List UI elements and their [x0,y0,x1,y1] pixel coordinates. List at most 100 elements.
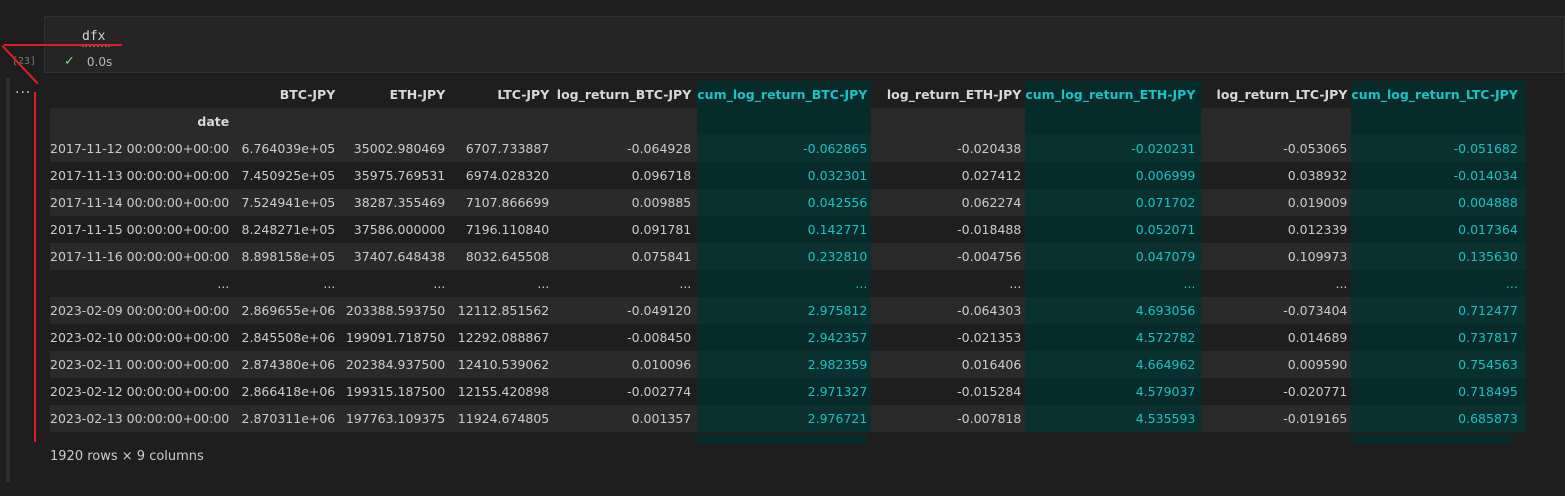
table-cell: -0.019165 [1201,405,1352,432]
table-cell: 2.975812 [697,297,872,324]
table-cell: 2.866418e+06 [233,378,340,405]
table-cell: 0.010096 [553,351,698,378]
table-cell: 0.737817 [1351,324,1526,351]
table-cell: -0.051682 [1351,135,1526,162]
empty-header-cell [871,108,1026,135]
dataframe-table: BTC-JPY ETH-JPY LTC-JPY log_return_BTC-J… [50,81,1526,432]
table-cell: 0.071702 [1025,189,1202,216]
table-cell: 0.754563 [1351,351,1526,378]
table-cell: -0.018488 [871,216,1026,243]
table-row: 2017-11-16 00:00:00+00:00 8.898158e+05 374… [50,243,1526,270]
empty-header-cell [1351,108,1526,135]
code-cell[interactable] [44,16,1565,73]
table-row: 2017-11-13 00:00:00+00:00 7.450925e+05 359… [50,162,1526,189]
table-cell: -0.064928 [553,135,698,162]
table-cell: -0.002774 [553,378,698,405]
table-cell: 0.135630 [1351,243,1526,270]
table-cell: 0.012339 [1201,216,1352,243]
table-row: 2017-11-15 00:00:00+00:00 8.248271e+05 375… [50,216,1526,243]
table-cell: -0.008450 [553,324,698,351]
table-cell: 2.845508e+06 [233,324,340,351]
table-cell: 37586.000000 [339,216,450,243]
table-cell: ... [553,270,698,297]
table-cell: 8032.645508 [449,243,554,270]
table-cell: 7.524941e+05 [233,189,340,216]
dataframe-shape: 1920 rows × 9 columns [50,449,204,464]
index-name-row: date [50,108,1526,135]
table-row: .............................. [50,270,1526,297]
table-cell: ... [871,270,1026,297]
table-cell: -0.015284 [871,378,1026,405]
table-cell: ... [697,270,872,297]
table-cell: -0.007818 [871,405,1026,432]
table-cell: 0.075841 [553,243,698,270]
red-annotation-line [4,44,122,46]
table-cell: ... [449,270,554,297]
row-index: 2023-02-09 00:00:00+00:00 [50,297,234,324]
table-cell: 197763.109375 [339,405,450,432]
red-annotation-line [34,92,36,442]
output-menu-button[interactable]: ... [15,82,31,96]
table-row: 2023-02-09 00:00:00+00:00 2.869655e+06 203… [50,297,1526,324]
row-index: 2017-11-16 00:00:00+00:00 [50,243,234,270]
table-cell: 0.142771 [697,216,872,243]
table-cell: 4.535593 [1025,405,1202,432]
table-cell: 0.032301 [697,162,872,189]
column-header: cum_log_return_ETH-JPY [1025,81,1202,108]
table-cell: ... [233,270,340,297]
table-cell: 0.232810 [697,243,872,270]
row-index: 2023-02-10 00:00:00+00:00 [50,324,234,351]
table-cell: 12410.539062 [449,351,554,378]
table-cell: 12155.420898 [449,378,554,405]
table-cell: 6.764039e+05 [233,135,340,162]
table-cell: 2.869655e+06 [233,297,340,324]
table-cell: 2.870311e+06 [233,405,340,432]
table-cell: 0.004888 [1351,189,1526,216]
table-cell: ... [1351,270,1526,297]
execution-time: 0.0s [86,54,113,69]
output-gutter[interactable] [6,78,10,482]
table-cell: -0.004756 [871,243,1026,270]
code-editor-line[interactable]: dfx [82,29,105,44]
table-cell: 0.718495 [1351,378,1526,405]
table-cell: 6707.733887 [449,135,554,162]
table-cell: -0.049120 [553,297,698,324]
row-index: 2017-11-12 00:00:00+00:00 [50,135,234,162]
table-cell: 7196.110840 [449,216,554,243]
table-row: 2023-02-11 00:00:00+00:00 2.874380e+06 202… [50,351,1526,378]
table-cell: 0.019009 [1201,189,1352,216]
table-cell: 4.579037 [1025,378,1202,405]
table-cell: ... [1025,270,1202,297]
table-cell: 0.062274 [871,189,1026,216]
table-cell: 0.017364 [1351,216,1526,243]
empty-header-cell [1201,108,1352,135]
table-cell: -0.020771 [1201,378,1352,405]
table-cell: 0.052071 [1025,216,1202,243]
table-cell: 0.109973 [1201,243,1352,270]
table-cell: ... [1201,270,1352,297]
row-index: 2017-11-14 00:00:00+00:00 [50,189,234,216]
table-cell: 4.572782 [1025,324,1202,351]
table-cell: 0.009885 [553,189,698,216]
table-cell: 0.009590 [1201,351,1352,378]
table-cell: -0.062865 [697,135,872,162]
table-cell: 0.096718 [553,162,698,189]
table-cell: 0.712477 [1351,297,1526,324]
column-header-row: BTC-JPY ETH-JPY LTC-JPY log_return_BTC-J… [50,81,1526,108]
table-cell: 199091.718750 [339,324,450,351]
column-header: cum_log_return_BTC-JPY [697,81,872,108]
table-cell: 12112.851562 [449,297,554,324]
table-cell: 4.693056 [1025,297,1202,324]
table-cell: 35002.980469 [339,135,450,162]
table-cell: 35975.769531 [339,162,450,189]
table-cell: 7107.866699 [449,189,554,216]
table-cell: 0.091781 [553,216,698,243]
column-header: log_return_ETH-JPY [871,81,1026,108]
row-index: 2017-11-15 00:00:00+00:00 [50,216,234,243]
table-cell: 11924.674805 [449,405,554,432]
table-cell: 6974.028320 [449,162,554,189]
table-cell: -0.053065 [1201,135,1352,162]
table-row: 2023-02-10 00:00:00+00:00 2.845508e+06 199… [50,324,1526,351]
empty-header-cell [1025,108,1202,135]
table-cell: 2.982359 [697,351,872,378]
